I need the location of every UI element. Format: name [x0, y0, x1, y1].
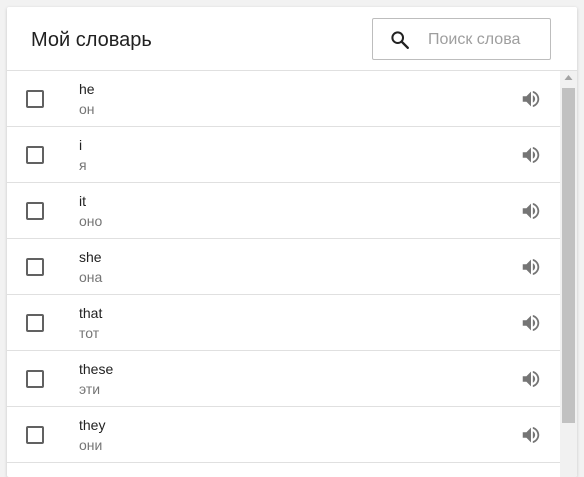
list-item: they они — [7, 407, 560, 463]
word-checkbox[interactable] — [26, 370, 44, 388]
translation-text: тот — [79, 325, 100, 341]
speaker-icon[interactable] — [520, 424, 542, 446]
speaker-icon[interactable] — [520, 312, 542, 334]
list-item: it оно — [7, 183, 560, 239]
word-text: i — [79, 137, 83, 153]
scroll-up-arrow-icon[interactable] — [560, 71, 577, 85]
translation-text: оно — [79, 213, 103, 229]
dictionary-header: Мой словарь — [7, 7, 577, 71]
word-text: she — [79, 249, 102, 265]
word-checkbox[interactable] — [26, 202, 44, 220]
list-item: these эти — [7, 351, 560, 407]
word-text: these — [79, 361, 114, 377]
word-checkbox[interactable] — [26, 90, 44, 108]
list-item: i я — [7, 127, 560, 183]
word-text: that — [79, 305, 103, 321]
list-item: he он — [7, 71, 560, 127]
translation-text: они — [79, 437, 103, 453]
word-checkbox[interactable] — [26, 146, 44, 164]
word-checkbox[interactable] — [26, 426, 44, 444]
scrollbar-thumb[interactable] — [562, 88, 575, 423]
translation-text: эти — [79, 381, 101, 397]
search-icon[interactable] — [389, 29, 411, 51]
word-checkbox[interactable] — [26, 258, 44, 276]
search-input[interactable] — [428, 29, 543, 51]
scrollbar[interactable] — [560, 71, 577, 477]
word-list: he он i я it оно she она that тот these … — [7, 71, 577, 477]
speaker-icon[interactable] — [520, 200, 542, 222]
dictionary-card: Мой словарь he он i я — [7, 7, 577, 477]
speaker-icon[interactable] — [520, 144, 542, 166]
word-checkbox[interactable] — [26, 314, 44, 332]
list-item: that тот — [7, 295, 560, 351]
speaker-icon[interactable] — [520, 368, 542, 390]
speaker-icon[interactable] — [520, 88, 542, 110]
search-box[interactable] — [372, 18, 551, 60]
translation-text: я — [79, 157, 87, 173]
list-item: she она — [7, 239, 560, 295]
translation-text: он — [79, 101, 95, 117]
page-title: Мой словарь — [31, 29, 152, 51]
speaker-icon[interactable] — [520, 256, 542, 278]
translation-text: она — [79, 269, 103, 285]
word-text: they — [79, 417, 106, 433]
word-text: it — [79, 193, 86, 209]
word-text: he — [79, 81, 95, 97]
